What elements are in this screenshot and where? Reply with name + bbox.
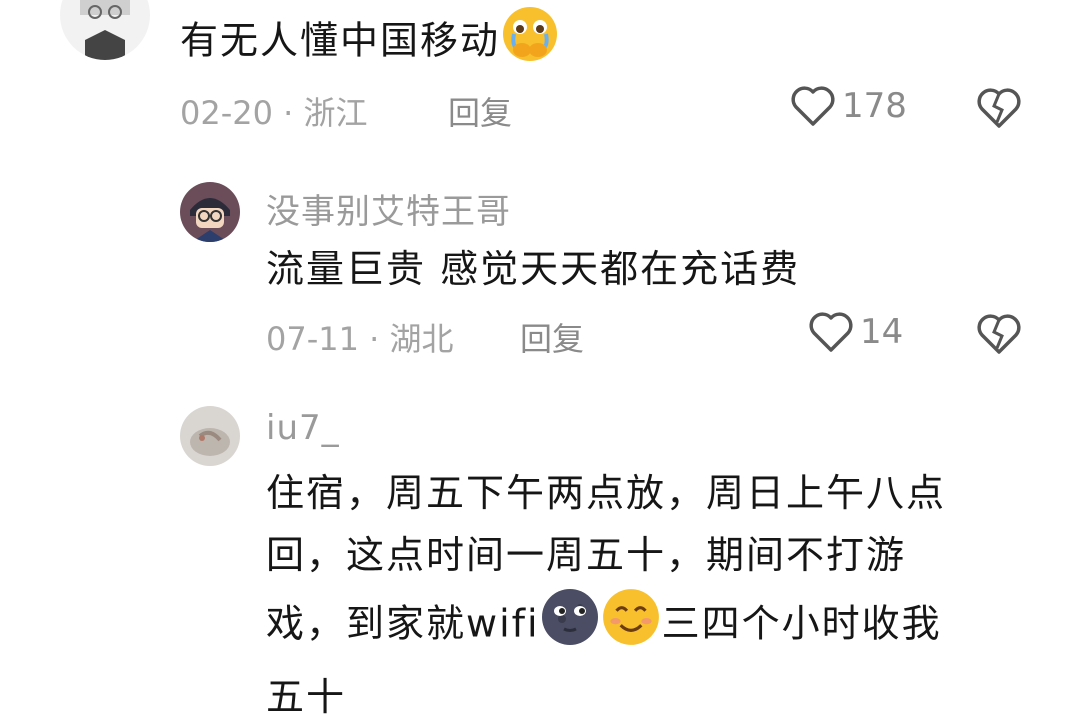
heart-icon	[791, 86, 835, 126]
avatar[interactable]	[180, 182, 240, 242]
comment-date: 02-20	[180, 94, 273, 132]
like-count: 14	[860, 312, 904, 352]
reply-button[interactable]: 回复	[520, 314, 584, 360]
cry-face-icon	[500, 4, 560, 82]
comment-3: iu7_ 住宿，周五下午两点放，周日上午八点 回，这点时间一周五十，期间不打游 …	[0, 398, 1080, 719]
heart-icon	[809, 312, 853, 352]
comment-text-line: 回，这点时间一周五十，期间不打游	[266, 533, 907, 577]
dislike-button[interactable]	[976, 86, 1022, 134]
username[interactable]: iu7_	[266, 408, 340, 448]
meta-separator: ·	[358, 320, 390, 358]
comment-meta: 02-20 · 浙江	[180, 88, 368, 134]
dislike-button[interactable]	[976, 312, 1022, 360]
comment-meta: 07-11 · 湖北	[266, 314, 454, 360]
meta-separator: ·	[272, 94, 304, 132]
avatar[interactable]	[60, 0, 150, 60]
comment-date: 07-11	[266, 320, 359, 358]
comment-text-line: 五十	[266, 675, 347, 719]
like-button[interactable]: 14	[808, 310, 903, 354]
username[interactable]: 没事别艾特王哥	[266, 184, 511, 233]
comment-text-line: 住宿，周五下午两点放，周日上午八点	[266, 471, 947, 515]
comment-1: 有无人懂中国移动 02-20 · 浙江 回复 178	[0, 0, 1080, 160]
comment-location: 浙江	[303, 94, 368, 132]
comment-location: 湖北	[389, 320, 454, 358]
moon-face-icon	[540, 587, 600, 665]
like-button[interactable]: 178	[790, 84, 907, 128]
comment-text: 住宿，周五下午两点放，周日上午八点 回，这点时间一周五十，期间不打游 戏，到家就…	[266, 462, 1056, 728]
comment-text: 有无人懂中国移动	[180, 4, 560, 82]
like-count: 178	[842, 86, 907, 126]
comment-text-line: 戏，到家就wifi 三四个小时收我	[266, 586, 1056, 666]
smile-face-icon	[600, 586, 662, 666]
broken-heart-icon	[977, 314, 1021, 354]
comment-2: 没事别艾特王哥 流量巨贵 感觉天天都在充话费 07-11 · 湖北 回复 14	[0, 170, 1080, 370]
avatar[interactable]	[180, 406, 240, 466]
reply-button[interactable]: 回复	[448, 88, 512, 134]
broken-heart-icon	[977, 88, 1021, 128]
comment-text: 流量巨贵 感觉天天都在充话费	[266, 247, 801, 291]
